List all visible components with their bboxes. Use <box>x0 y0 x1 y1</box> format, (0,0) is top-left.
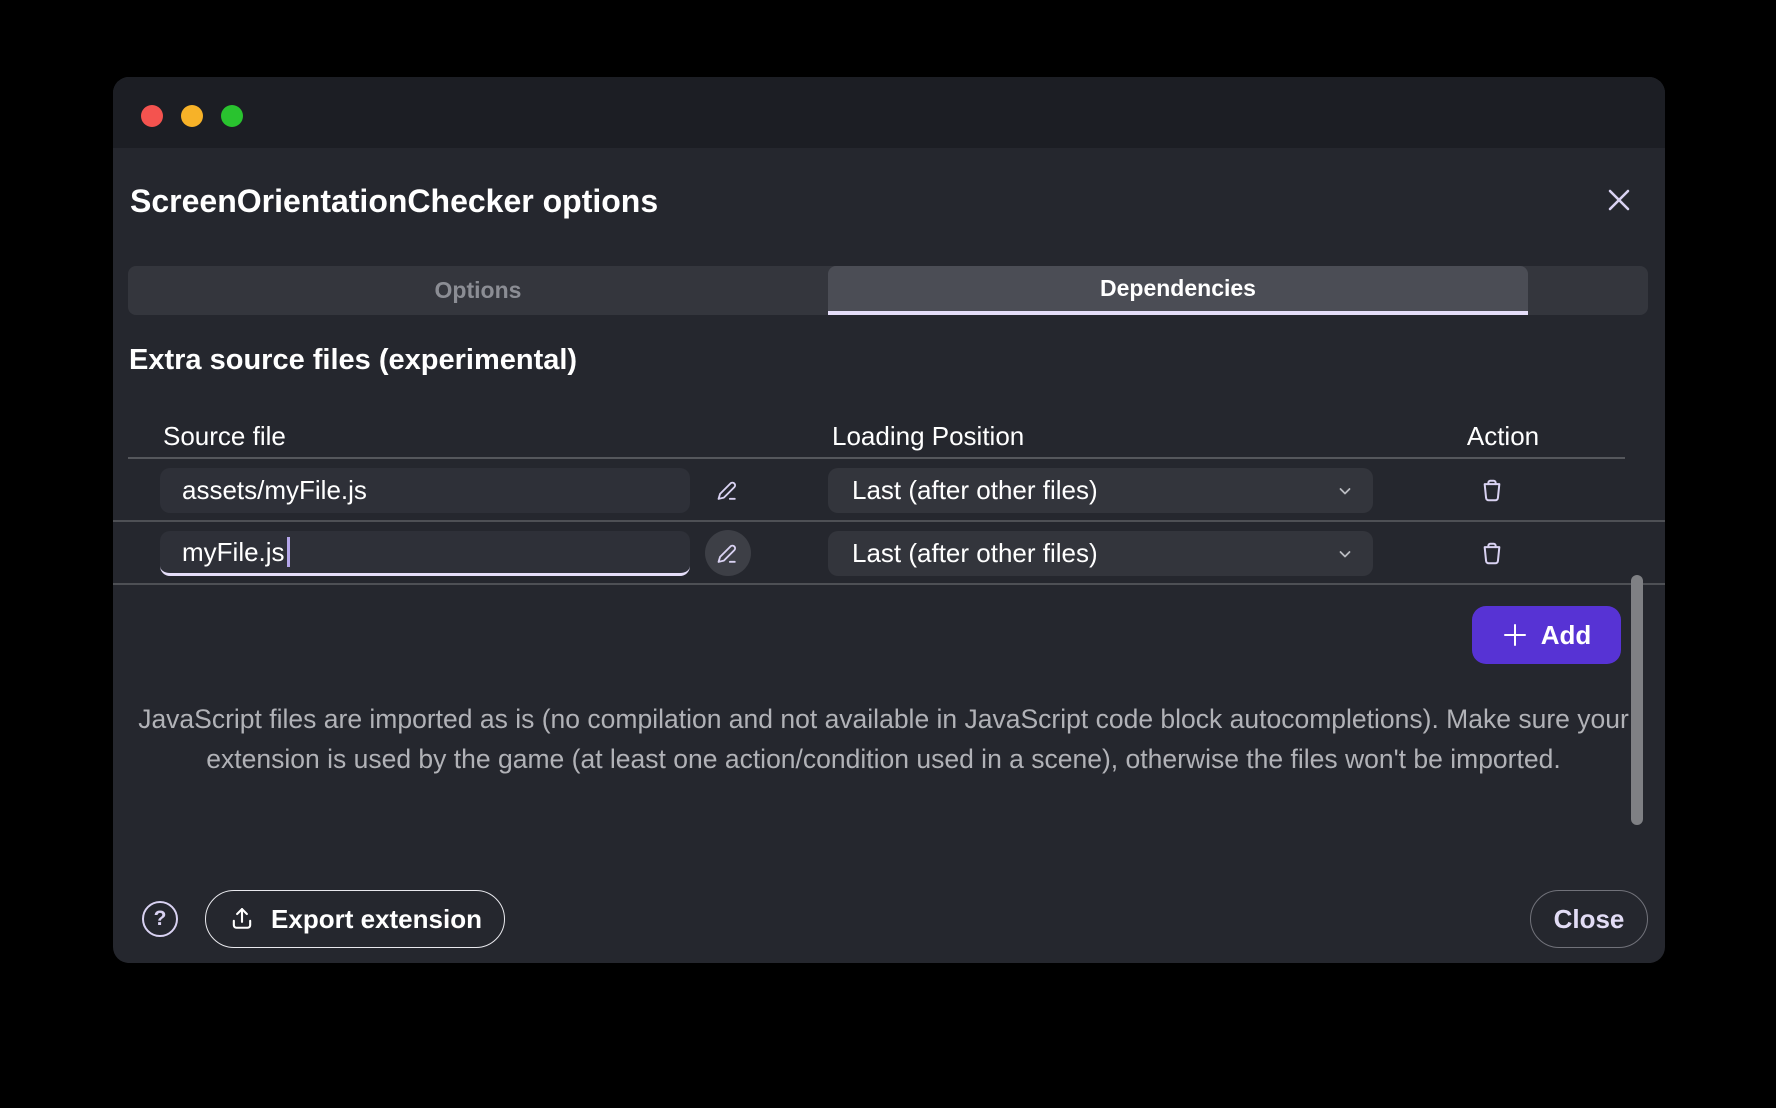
traffic-minimize-button[interactable] <box>181 105 203 127</box>
dialog-window: ScreenOrientationChecker options Options… <box>113 77 1665 963</box>
dialog-header: ScreenOrientationChecker options <box>113 148 1665 266</box>
column-header-loading-position: Loading Position <box>832 421 1024 452</box>
loading-position-value: Last (after other files) <box>852 475 1337 506</box>
traffic-zoom-button[interactable] <box>221 105 243 127</box>
plus-icon <box>1502 622 1528 648</box>
chevron-down-icon <box>1337 483 1353 499</box>
loading-position-select[interactable]: Last (after other files) <box>828 468 1373 513</box>
upload-icon <box>228 905 256 933</box>
table-row: assets/myFile.js Last (after other files… <box>113 459 1665 522</box>
edit-icon[interactable] <box>705 530 751 576</box>
table-row: myFile.js Last (after other files) <box>113 522 1665 585</box>
tab-bar: Options Dependencies <box>128 266 1648 315</box>
info-note: JavaScript files are imported as is (no … <box>131 699 1636 779</box>
chevron-down-icon <box>1337 546 1353 562</box>
source-file-input[interactable]: assets/myFile.js <box>160 468 690 513</box>
help-label: ? <box>154 907 167 931</box>
help-icon[interactable]: ? <box>142 901 178 937</box>
close-button[interactable]: Close <box>1530 890 1648 948</box>
table-body: assets/myFile.js Last (after other files… <box>113 459 1665 585</box>
traffic-close-button[interactable] <box>141 105 163 127</box>
trash-icon[interactable] <box>1469 467 1515 513</box>
loading-position-select[interactable]: Last (after other files) <box>828 531 1373 576</box>
edit-icon[interactable] <box>705 467 751 513</box>
loading-position-value: Last (after other files) <box>852 538 1337 569</box>
column-header-source-file: Source file <box>163 421 286 452</box>
source-file-value: assets/myFile.js <box>182 475 367 506</box>
screen: ScreenOrientationChecker options Options… <box>0 0 1776 1108</box>
titlebar <box>113 77 1665 148</box>
export-extension-button[interactable]: Export extension <box>205 890 505 948</box>
add-row-button[interactable]: Add <box>1472 606 1621 664</box>
text-caret <box>287 537 290 567</box>
source-file-value: myFile.js <box>182 537 285 568</box>
tab-options[interactable]: Options <box>128 266 828 315</box>
source-file-input[interactable]: myFile.js <box>160 531 690 576</box>
tab-dependencies[interactable]: Dependencies <box>828 266 1528 315</box>
page-title: ScreenOrientationChecker options <box>130 183 658 220</box>
section-heading: Extra source files (experimental) <box>129 344 577 377</box>
add-button-label: Add <box>1541 620 1592 651</box>
column-header-action: Action <box>1423 421 1583 452</box>
footer-bar: ? Export extension Close <box>113 890 1665 948</box>
close-icon[interactable] <box>1599 180 1639 220</box>
trash-icon[interactable] <box>1469 530 1515 576</box>
export-button-label: Export extension <box>271 904 482 935</box>
table-header: Source file Loading Position Action <box>113 417 1665 457</box>
